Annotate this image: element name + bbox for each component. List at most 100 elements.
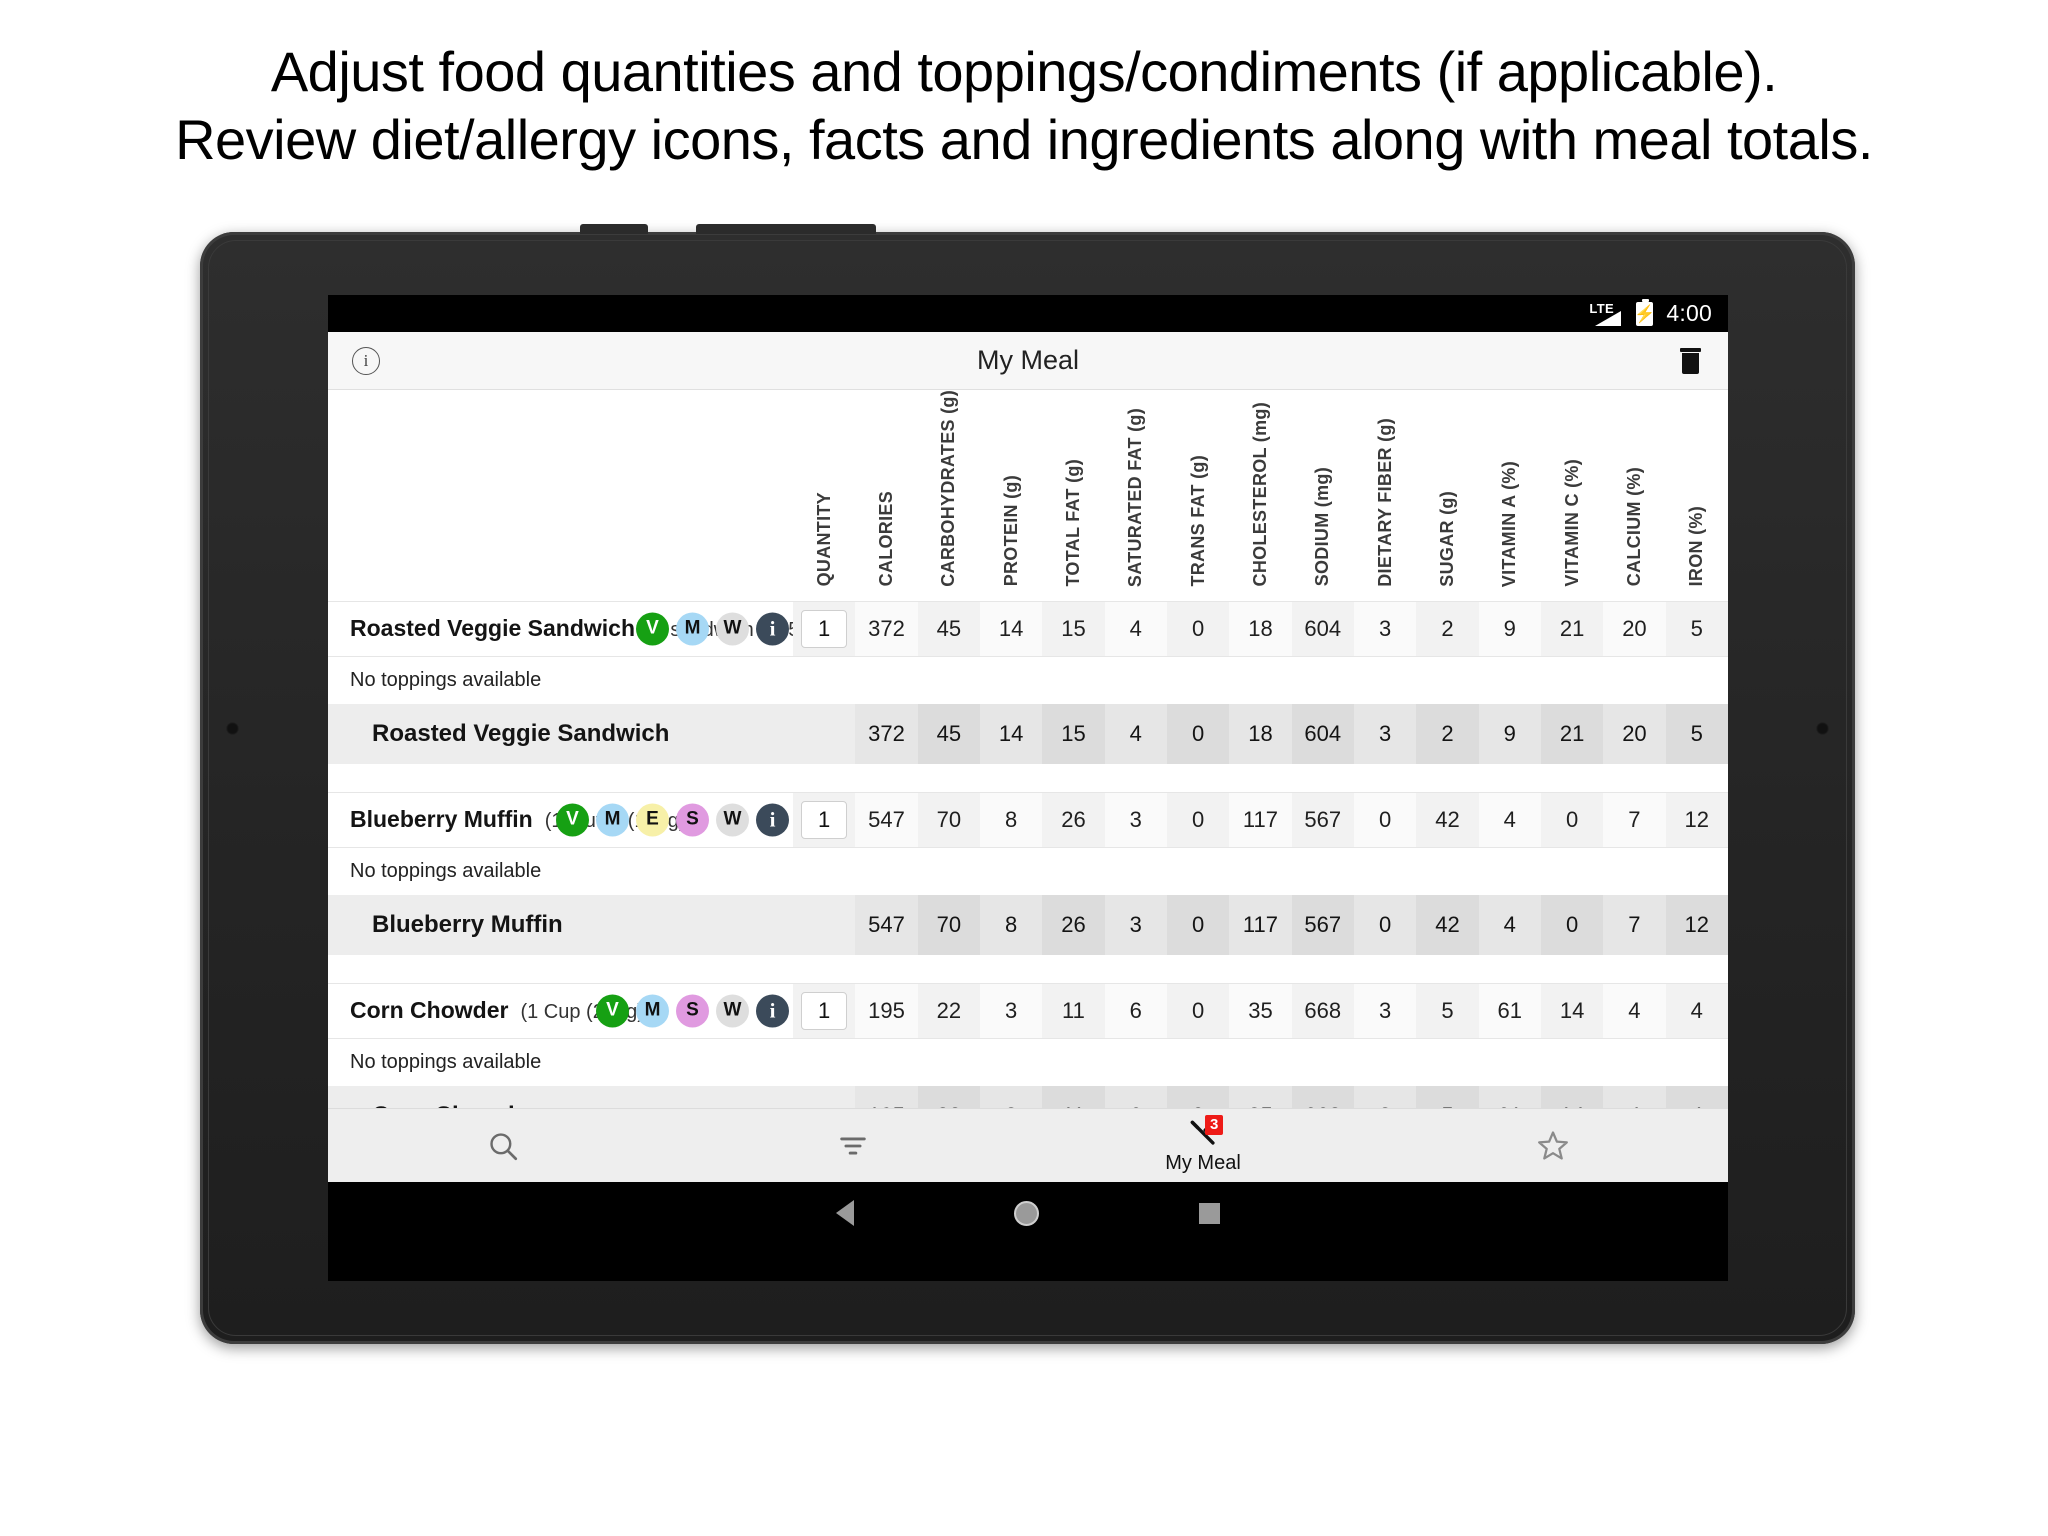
subtotal-nutrient-value: 20 <box>1603 703 1666 764</box>
row-spacer <box>328 954 1728 984</box>
subtotal-nutrient-value: 35 <box>1229 1085 1292 1108</box>
nav-item-my-meal-label: My Meal <box>1165 1152 1241 1174</box>
nutrient-value: 547 <box>855 791 918 848</box>
badge-milk-icon[interactable]: M <box>596 803 629 837</box>
column-header-label: SATURATED FAT (g) <box>1125 407 1146 587</box>
nutrient-value: 8 <box>979 791 1043 848</box>
food-name-cell[interactable]: Roasted Veggie Sandwich(1 sandwich (205V… <box>328 600 793 657</box>
toppings-row: No toppings available <box>328 656 1728 704</box>
badge-wheat-icon[interactable]: W <box>716 612 749 646</box>
table-row[interactable]: Corn Chowder(1 Cup (226g))VMSWi195223116… <box>328 982 1728 1039</box>
nutrient-value: 0 <box>1166 791 1230 848</box>
badge-egg-icon[interactable]: E <box>636 803 669 837</box>
nutrient-value: 4 <box>1478 791 1541 848</box>
column-header-quantity: QUANTITY <box>793 390 856 602</box>
subtotal-nutrient-value: 2 <box>1416 703 1479 764</box>
badge-wheat-icon[interactable]: W <box>716 994 749 1028</box>
android-recents-button[interactable] <box>1199 1202 1220 1224</box>
subtotal-nutrient-value: 14 <box>1540 1085 1604 1108</box>
badge-info-icon[interactable]: i <box>756 612 789 646</box>
subtotal-nutrient-value: 547 <box>855 894 918 955</box>
quantity-cell[interactable] <box>793 982 856 1039</box>
food-name-cell[interactable]: Corn Chowder (1 Cup (226g)) V M S Wi <box>328 982 793 1039</box>
column-header-sugar-g: SUGAR (g) <box>1416 390 1479 602</box>
subtotal-nutrient-value: 117 <box>1229 894 1292 955</box>
device-volume-button <box>580 224 648 234</box>
badge-soy-icon[interactable]: S <box>676 803 709 837</box>
column-header-label: SODIUM (mg) <box>1312 467 1333 587</box>
subtotal-nutrient-value: 14 <box>979 703 1043 764</box>
quantity-input[interactable] <box>801 800 848 839</box>
delete-meal-button[interactable] <box>1670 341 1710 381</box>
status-clock: 4:00 <box>1666 300 1712 326</box>
badge-milk-icon[interactable]: M <box>676 612 709 646</box>
column-header-label: SUGAR (g) <box>1436 491 1457 587</box>
nutrient-value: 4 <box>1104 600 1167 657</box>
nutrient-value: 5 <box>1416 982 1479 1039</box>
subtotal-nutrient-value: 195 <box>855 1085 918 1108</box>
column-header-label: TRANS FAT (g) <box>1187 455 1208 587</box>
column-header-label: TOTAL FAT (g) <box>1062 459 1083 587</box>
nav-item-my-meal[interactable]: 3 My Meal <box>1143 1109 1263 1182</box>
meal-table-body: Roasted Veggie Sandwich(1 sandwich (205V… <box>328 600 1728 1108</box>
column-header-trans-fat-g: TRANS FAT (g) <box>1166 390 1230 602</box>
nav-item-favorites[interactable] <box>1493 1109 1613 1182</box>
food-name: Corn Chowder <box>350 997 509 1024</box>
table-row[interactable]: Blueberry Muffin(1 muffin (180g))VMESWi 5… <box>328 791 1728 848</box>
info-button[interactable]: i <box>346 341 386 381</box>
subtotal-nutrient-value: 3 <box>979 1085 1043 1108</box>
toppings-row: No toppings available <box>328 1038 1728 1086</box>
quantity-input[interactable] <box>801 991 848 1030</box>
android-home-button[interactable] <box>1014 1200 1039 1226</box>
quantity-input[interactable] <box>801 609 848 648</box>
subtotal-nutrient-value: 567 <box>1291 894 1354 955</box>
quantity-cell[interactable] <box>793 791 856 848</box>
subtotal-nutrient-value: 0 <box>1166 894 1230 955</box>
recents-icon <box>1199 1202 1220 1224</box>
subtotal-nutrient-value: 12 <box>1665 894 1728 955</box>
food-name-cell[interactable]: Blueberry Muffin(1 muffin (180g))VMESWi <box>328 791 793 848</box>
badge-vegetarian-icon[interactable]: V <box>556 803 589 837</box>
subtotal-quantity-blank <box>793 703 856 764</box>
quantity-cell[interactable] <box>793 600 856 657</box>
column-header-label: QUANTITY <box>813 492 834 587</box>
meal-table-header: QUANTITY CALORIES CARBOHYDRATES (g) PROTEIN… <box>328 390 1728 602</box>
subtotal-nutrient-value: 604 <box>1291 703 1354 764</box>
diet-allergy-badges: VMESWi <box>556 803 789 837</box>
food-name: Blueberry Muffin <box>350 806 533 833</box>
table-row[interactable]: Roasted Veggie Sandwich(1 sandwich (205V… <box>328 600 1728 657</box>
diet-allergy-badges: VMSWi <box>596 994 789 1028</box>
diet-allergy-badges: VMWi <box>636 612 789 646</box>
food-name: Roasted Veggie Sandwich <box>350 615 636 642</box>
subtotal-nutrient-value: 3 <box>1353 1085 1417 1108</box>
column-header-cholesterol-mg: CHOLESTEROL (mg) <box>1229 390 1292 602</box>
subtotal-name-cell: Corn Chowder <box>328 1085 793 1108</box>
badge-info-icon[interactable]: i <box>756 994 789 1028</box>
android-back-button[interactable] <box>836 1200 854 1226</box>
nav-item-filter[interactable] <box>793 1109 913 1182</box>
column-header-label: VITAMIN C (%) <box>1561 459 1582 587</box>
app-container: i My Meal QUANTITY CALORIES CARBOHYDRATE… <box>328 332 1728 1182</box>
nutrient-value: 15 <box>1042 600 1105 657</box>
nav-item-search[interactable] <box>443 1109 563 1182</box>
badge-soy-icon[interactable]: S <box>676 994 709 1028</box>
subtotal-nutrient-value: 42 <box>1416 894 1479 955</box>
trash-icon <box>1679 347 1701 374</box>
badge-milk-icon[interactable]: M <box>636 994 669 1028</box>
badge-wheat-icon[interactable]: W <box>716 803 749 837</box>
nutrient-value: 26 <box>1042 791 1105 848</box>
meal-table-scroll[interactable]: QUANTITY CALORIES CARBOHYDRATES (g) PROTEIN… <box>328 390 1728 1108</box>
toppings-empty-text: No toppings available <box>328 1038 1728 1086</box>
subtotal-nutrient-value: 3 <box>1104 894 1167 955</box>
column-header-vitamin-c: VITAMIN C (%) <box>1540 390 1604 602</box>
subtotal-row: Roasted Veggie Sandwich 372 45 14 15 4 0 18 604 3… <box>328 703 1728 764</box>
info-icon: i <box>352 346 380 375</box>
badge-info-icon[interactable]: i <box>756 803 789 837</box>
badge-vegetarian-icon[interactable]: V <box>636 612 669 646</box>
nutrient-value: 70 <box>917 791 980 848</box>
badge-vegetarian-icon[interactable]: V <box>596 994 629 1028</box>
nutrient-value: 6 <box>1104 982 1167 1039</box>
column-header-calories: CALORIES <box>855 390 918 602</box>
subtotal-nutrient-value: 15 <box>1042 703 1105 764</box>
nutrient-value: 0 <box>1166 600 1230 657</box>
